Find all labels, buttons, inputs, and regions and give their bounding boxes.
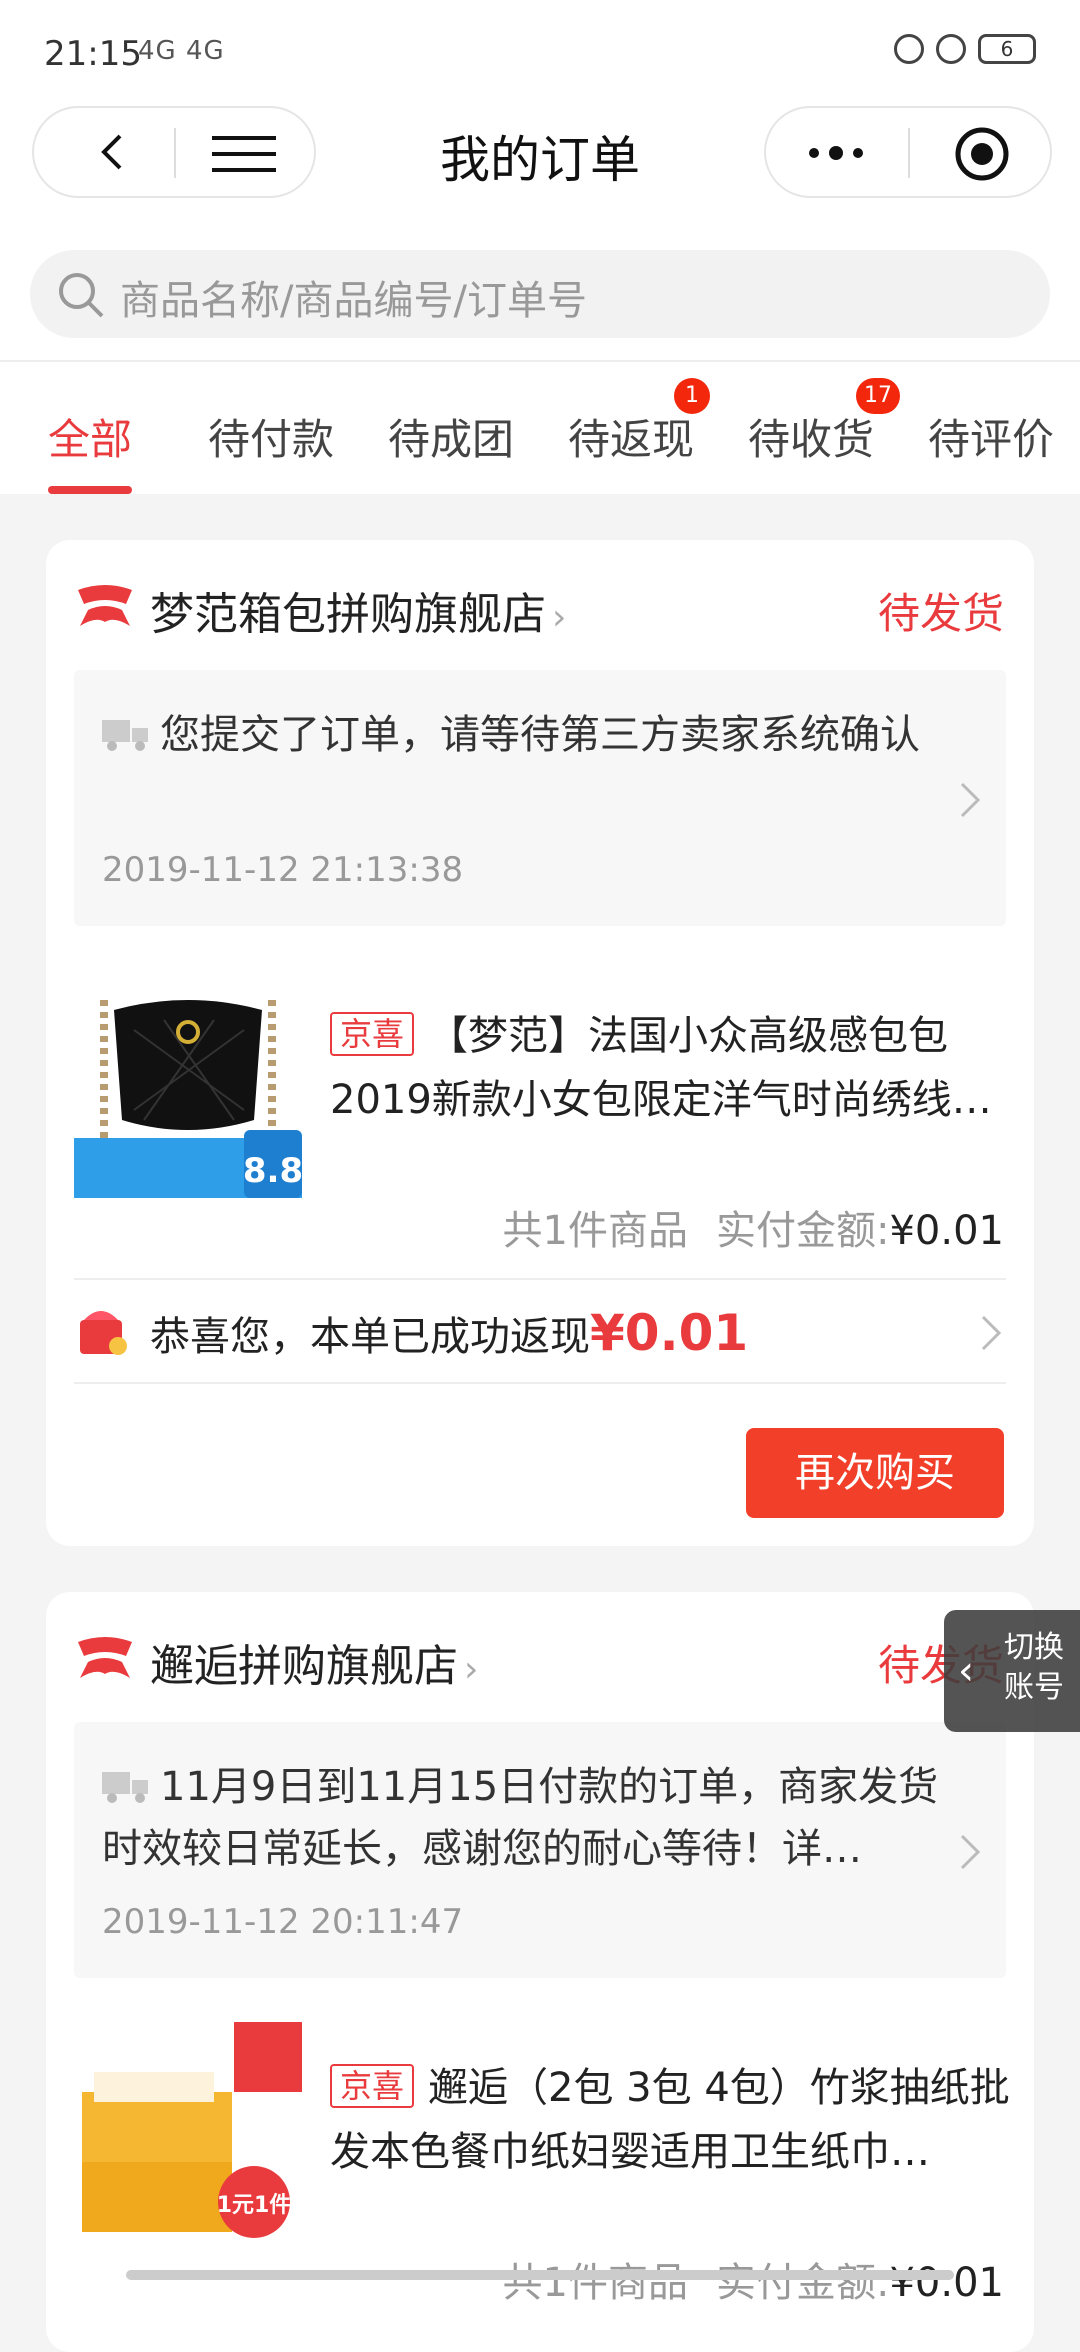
- order-tabs: 全部 待付款 待成团 待返现 1 待收货 17 待评价: [0, 360, 1080, 494]
- header-area: 21:15 4G 4G 6 我的订单 商品名称/商品编号/订单号: [0, 0, 1080, 360]
- shop-name[interactable]: 梦范箱包拼购旗舰店 ›: [150, 578, 566, 642]
- cashback-amount: ¥0.01: [590, 1304, 749, 1362]
- status-time: 21:15: [44, 34, 142, 74]
- product-title[interactable]: 京喜 【梦范】法国小众高级感包包2019新款小女包限定洋气时尚绣线…: [330, 1004, 1010, 1132]
- tab-pending-payment[interactable]: 待付款: [208, 406, 334, 467]
- paid-amount: ¥0.01: [889, 1208, 1004, 1254]
- paid-amount: ¥0.01: [889, 2260, 1004, 2306]
- chevron-left-icon: ‹: [958, 1648, 974, 1694]
- chevron-right-icon: ›: [552, 597, 567, 638]
- notice-text: 您提交了订单，请等待第三方卖家系统确认: [160, 712, 920, 758]
- order-status: 待发货: [877, 589, 1004, 638]
- search-placeholder: 商品名称/商品编号/订单号: [120, 278, 587, 324]
- cashback-row[interactable]: 恭喜您，本单已成功返现¥0.01: [74, 1280, 1006, 1382]
- tab-active-indicator: [48, 486, 132, 494]
- product-title-text: 【梦范】法国小众高级感包包2019新款小女包限定洋气时尚绣线…: [330, 1013, 992, 1123]
- search-icon: [59, 273, 104, 318]
- product-image[interactable]: 1元1件: [74, 2022, 302, 2250]
- tab-pending-cashback[interactable]: 待返现: [568, 406, 694, 467]
- buy-again-button[interactable]: 再次购买: [746, 1428, 1004, 1518]
- order-card[interactable]: 梦范箱包拼购旗舰店 › 待发货 您提交了订单，请等待第三方卖家系统确认 2019-…: [46, 540, 1034, 1546]
- truck-icon: [102, 720, 148, 751]
- divider: [74, 1382, 1006, 1384]
- switch-label-line1: 切换: [1004, 1630, 1064, 1665]
- chevron-right-icon: [981, 1315, 1002, 1351]
- product-title[interactable]: 京喜 邂逅（2包 3包 4包）竹浆抽纸批发本色餐巾纸妇婴适用卫生纸巾…: [330, 2056, 1010, 2184]
- nav-bar: 我的订单: [0, 100, 1080, 210]
- truck-icon: [102, 1772, 148, 1803]
- battery-icon: 6: [978, 34, 1036, 64]
- close-miniapp-icon[interactable]: [954, 126, 1010, 182]
- shop-logo-icon: [78, 1637, 132, 1678]
- cashback-text: 恭喜您，本单已成功返现¥0.01: [150, 1304, 748, 1362]
- notice-time: 2019-11-12 21:13:38: [102, 850, 464, 890]
- red-packet-icon: [80, 1311, 127, 1355]
- scrollbar[interactable]: [126, 2270, 954, 2280]
- tab-pending-review[interactable]: 待评价: [928, 406, 1054, 467]
- switch-account-button[interactable]: ‹ 切换账号: [944, 1610, 1080, 1732]
- tab-pending-receipt[interactable]: 待收货: [748, 406, 874, 467]
- svg-text:8.8: 8.8: [243, 1151, 302, 1191]
- network-indicator: 4G 4G: [138, 36, 225, 66]
- svg-text:1元1件: 1元1件: [217, 2193, 292, 2218]
- chevron-right-icon: [960, 1834, 981, 1870]
- search-input[interactable]: 商品名称/商品编号/订单号: [30, 250, 1050, 338]
- item-count: 共1件商品: [502, 1208, 688, 1254]
- shop-name-text: 梦范箱包拼购旗舰店: [150, 589, 546, 640]
- shop-name-text: 邂逅拼购旗舰店: [150, 1641, 458, 1692]
- order-summary: 共1件商品 实付金额:¥0.01: [503, 1198, 1004, 1256]
- nav-capsule-right: [764, 106, 1052, 198]
- amount-label: 实付金额:: [716, 2260, 890, 2306]
- notice-text: 11月9日到11月15日付款的订单，商家发货时效较日常延长，感谢您的耐心等待！详…: [102, 1764, 939, 1872]
- chevron-right-icon: ›: [464, 1649, 479, 1690]
- amount-label: 实付金额:: [716, 1208, 890, 1254]
- lock-icon: [894, 34, 924, 64]
- more-icon[interactable]: [806, 138, 866, 168]
- receipt-badge: 17: [856, 378, 900, 414]
- cashback-badge: 1: [674, 378, 710, 414]
- status-bar: 21:15 4G 4G 6: [0, 0, 1080, 100]
- jingxi-tag: 京喜: [330, 2064, 415, 2108]
- order-notice[interactable]: 11月9日到11月15日付款的订单，商家发货时效较日常延长，感谢您的耐心等待！详…: [74, 1722, 1006, 1978]
- shop-name[interactable]: 邂逅拼购旗舰店 ›: [150, 1630, 478, 1694]
- jingxi-tag: 京喜: [330, 1012, 415, 1056]
- shop-logo-icon: [78, 585, 132, 626]
- tab-all[interactable]: 全部: [48, 406, 132, 467]
- alarm-icon: [936, 34, 966, 64]
- item-count: 共1件商品: [502, 2260, 688, 2306]
- product-image[interactable]: 8.8: [74, 970, 302, 1198]
- order-card[interactable]: 邂逅拼购旗舰店 › 待发货 11月9日到11月15日付款的订单，商家发货时效较日常…: [46, 1592, 1034, 2352]
- tab-pending-group[interactable]: 待成团: [388, 406, 514, 467]
- product-title-text: 邂逅（2包 3包 4包）竹浆抽纸批发本色餐巾纸妇婴适用卫生纸巾…: [330, 2065, 1010, 2175]
- chevron-right-icon: [960, 782, 981, 818]
- cashback-message: 恭喜您，本单已成功返现: [150, 1314, 590, 1360]
- notice-time: 2019-11-12 20:11:47: [102, 1902, 464, 1942]
- switch-label-line2: 账号: [1004, 1670, 1064, 1705]
- order-notice[interactable]: 您提交了订单，请等待第三方卖家系统确认 2019-11-12 21:13:38: [74, 670, 1006, 926]
